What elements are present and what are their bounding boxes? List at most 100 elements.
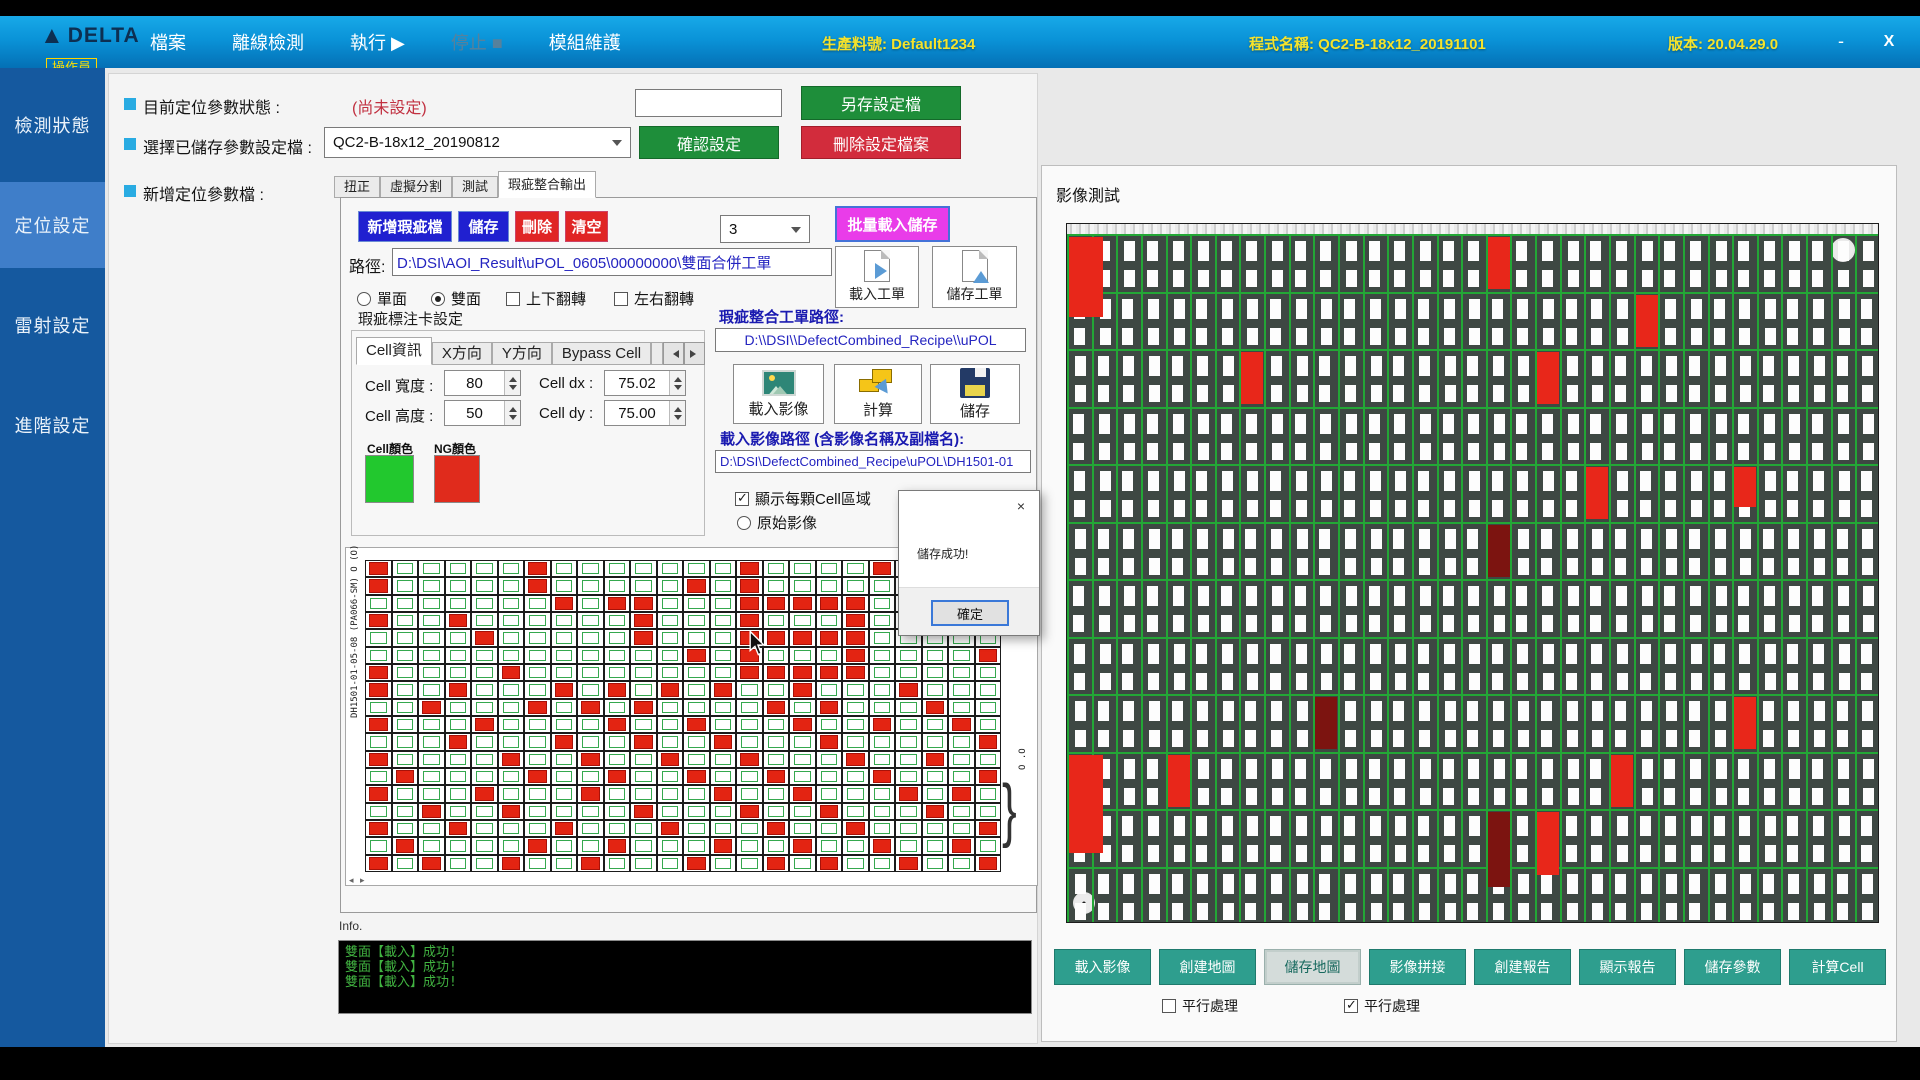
map-cell[interactable] xyxy=(789,768,816,785)
map-cell[interactable] xyxy=(604,647,631,664)
map-cell[interactable] xyxy=(471,664,498,681)
map-cell[interactable] xyxy=(763,837,790,854)
map-cell[interactable] xyxy=(498,612,525,629)
map-cell[interactable] xyxy=(471,629,498,646)
map-cell[interactable] xyxy=(736,751,763,768)
map-cell[interactable] xyxy=(604,768,631,785)
map-cell[interactable] xyxy=(577,577,604,594)
map-cell[interactable] xyxy=(630,560,657,577)
map-cell[interactable] xyxy=(498,577,525,594)
map-cell[interactable] xyxy=(604,837,631,854)
map-cell[interactable] xyxy=(577,629,604,646)
map-cell[interactable] xyxy=(630,820,657,837)
map-cell[interactable] xyxy=(683,681,710,698)
map-cell[interactable] xyxy=(498,664,525,681)
map-cell[interactable] xyxy=(816,612,843,629)
map-cell[interactable] xyxy=(471,612,498,629)
cell-height-spinner[interactable]: 50 xyxy=(444,400,521,426)
map-cell[interactable] xyxy=(498,681,525,698)
map-cell[interactable] xyxy=(948,855,975,872)
map-cell[interactable] xyxy=(551,577,578,594)
map-cell[interactable] xyxy=(948,733,975,750)
map-cell[interactable] xyxy=(604,785,631,802)
map-cell[interactable] xyxy=(895,681,922,698)
map-cell[interactable] xyxy=(842,577,869,594)
tab[interactable]: X方向 xyxy=(432,342,492,365)
map-cell[interactable] xyxy=(736,681,763,698)
map-cell[interactable] xyxy=(922,855,949,872)
map-cell[interactable] xyxy=(418,716,445,733)
tab[interactable]: 扭正 xyxy=(334,176,380,198)
defect-block[interactable] xyxy=(1734,467,1756,507)
map-cell[interactable] xyxy=(683,768,710,785)
parallel-option[interactable]: 平行處理 xyxy=(1162,996,1238,1016)
map-cell[interactable] xyxy=(365,820,392,837)
map-cell[interactable] xyxy=(365,837,392,854)
defect-block[interactable] xyxy=(1586,467,1608,519)
defect-block[interactable] xyxy=(1488,237,1510,289)
map-cell[interactable] xyxy=(683,577,710,594)
action-button[interactable]: 儲存參數 xyxy=(1684,949,1781,985)
map-cell[interactable] xyxy=(869,647,896,664)
map-cell[interactable] xyxy=(551,837,578,854)
map-cell[interactable] xyxy=(551,612,578,629)
map-cell[interactable] xyxy=(683,629,710,646)
map-cell[interactable] xyxy=(710,664,737,681)
map-cell[interactable] xyxy=(524,664,551,681)
spinner-arrows-icon[interactable] xyxy=(504,401,520,425)
map-cell[interactable] xyxy=(445,785,472,802)
spinner-arrows-icon[interactable] xyxy=(669,401,685,425)
cell-dy-spinner[interactable]: 75.00 xyxy=(604,400,686,426)
map-cell[interactable] xyxy=(365,768,392,785)
spinner-arrows-icon[interactable] xyxy=(504,371,520,395)
sidebar-item[interactable]: 定位設定 xyxy=(0,182,105,268)
map-cell[interactable] xyxy=(657,664,684,681)
map-cell[interactable] xyxy=(736,803,763,820)
map-cell[interactable] xyxy=(763,820,790,837)
map-cell[interactable] xyxy=(763,681,790,698)
map-cell[interactable] xyxy=(736,612,763,629)
map-cell[interactable] xyxy=(816,699,843,716)
map-cell[interactable] xyxy=(869,803,896,820)
map-cell[interactable] xyxy=(763,664,790,681)
map-cell[interactable] xyxy=(498,647,525,664)
map-cell[interactable] xyxy=(551,681,578,698)
map-cell[interactable] xyxy=(975,699,1002,716)
map-cell[interactable] xyxy=(816,768,843,785)
menu-item[interactable]: 模組維護 xyxy=(549,29,621,55)
map-cell[interactable] xyxy=(763,647,790,664)
map-cell[interactable] xyxy=(736,820,763,837)
map-cell[interactable] xyxy=(471,803,498,820)
map-cell[interactable] xyxy=(365,733,392,750)
cell-dx-spinner[interactable]: 75.02 xyxy=(604,370,686,396)
map-cell[interactable] xyxy=(816,733,843,750)
map-cell[interactable] xyxy=(922,768,949,785)
map-cell[interactable] xyxy=(392,664,419,681)
source-option[interactable]: 原始影像 xyxy=(737,512,817,533)
dialog-ok-button[interactable]: 確定 xyxy=(931,600,1009,626)
map-cell[interactable] xyxy=(498,820,525,837)
map-cell[interactable] xyxy=(471,837,498,854)
tab[interactable]: Y方向 xyxy=(492,342,552,365)
save-as-button[interactable]: 另存設定檔 xyxy=(801,86,961,120)
map-cell[interactable] xyxy=(736,855,763,872)
map-cell[interactable] xyxy=(524,699,551,716)
map-cell[interactable] xyxy=(789,751,816,768)
map-cell[interactable] xyxy=(577,664,604,681)
map-cell[interactable] xyxy=(577,803,604,820)
map-cell[interactable] xyxy=(498,751,525,768)
map-cell[interactable] xyxy=(630,681,657,698)
map-cell[interactable] xyxy=(657,577,684,594)
dialog-close-icon[interactable]: × xyxy=(1009,495,1033,517)
menu-item[interactable]: 離線檢測 xyxy=(232,29,304,55)
map-cell[interactable] xyxy=(551,595,578,612)
map-cell[interactable] xyxy=(948,647,975,664)
map-cell[interactable] xyxy=(630,629,657,646)
map-cell[interactable] xyxy=(895,751,922,768)
map-cell[interactable] xyxy=(789,612,816,629)
map-cell[interactable] xyxy=(683,647,710,664)
map-cell[interactable] xyxy=(365,612,392,629)
map-cell[interactable] xyxy=(551,699,578,716)
map-cell[interactable] xyxy=(445,751,472,768)
map-cell[interactable] xyxy=(948,699,975,716)
